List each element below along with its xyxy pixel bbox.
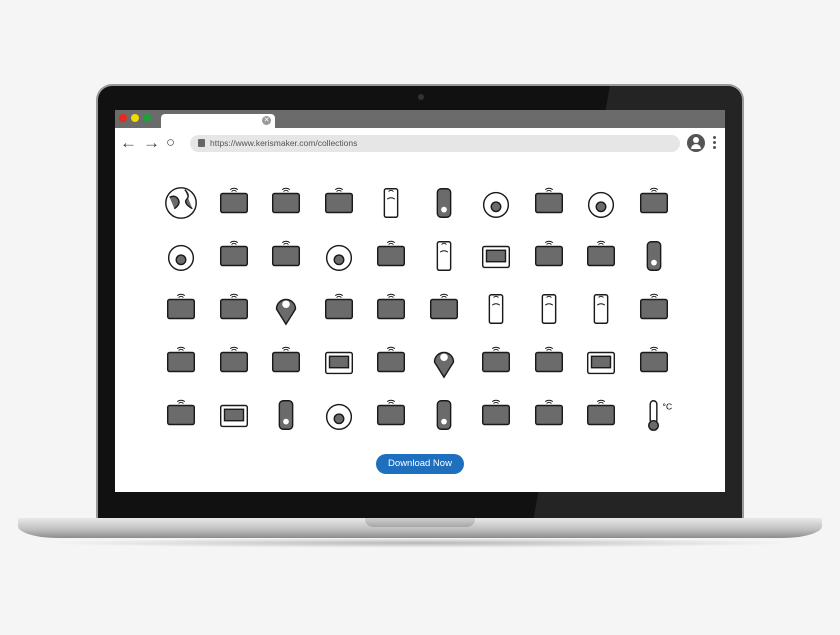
radiator-icon xyxy=(155,343,208,396)
laptop-shadow xyxy=(40,538,800,548)
smart-speaker-icon xyxy=(418,290,471,343)
reload-icon[interactable]: ○ xyxy=(166,134,175,152)
browser-window: ✕ ← → ○ https://www.kerismaker.com/colle… xyxy=(115,110,725,492)
globe-icon xyxy=(155,184,208,237)
download-now-button[interactable]: Download Now xyxy=(376,454,464,474)
tab-bar: ✕ xyxy=(115,110,725,128)
location-pin-icon xyxy=(260,290,313,343)
wallet-icon xyxy=(365,396,418,449)
satellite-icon xyxy=(575,237,628,290)
remote-control-icon xyxy=(418,184,471,237)
vr-headset-icon xyxy=(260,237,313,290)
microchip-icon xyxy=(155,290,208,343)
credit-card-icon xyxy=(313,290,366,343)
thermometer-icon: °C xyxy=(628,396,681,449)
webcam xyxy=(418,94,424,100)
nfc-card-icon xyxy=(628,237,681,290)
browser-tab[interactable]: ✕ xyxy=(161,114,275,128)
air-conditioner-icon xyxy=(208,237,261,290)
tab-close-icon[interactable]: ✕ xyxy=(262,116,271,125)
more-menu-icon[interactable] xyxy=(713,136,716,151)
speedometer-icon xyxy=(575,184,628,237)
drone-icon xyxy=(365,237,418,290)
address-bar[interactable]: https://www.kerismaker.com/collections xyxy=(190,135,680,152)
profile-avatar-icon[interactable] xyxy=(687,134,705,152)
smart-car-icon xyxy=(313,184,366,237)
window-minimize-button[interactable] xyxy=(131,114,139,122)
smart-safe-icon xyxy=(313,343,366,396)
svg-text:°C: °C xyxy=(662,401,672,411)
smart-bulb-icon xyxy=(470,184,523,237)
smart-water-tap-icon xyxy=(628,343,681,396)
phone-doorbell-icon xyxy=(418,237,471,290)
door-lock-phone-icon xyxy=(523,290,576,343)
car-phone-icon xyxy=(575,290,628,343)
laptop-notch xyxy=(365,518,475,527)
smart-plant-house-icon xyxy=(155,396,208,449)
url-text: https://www.kerismaker.com/collections xyxy=(210,138,358,148)
forward-arrow-icon[interactable]: → xyxy=(143,134,160,152)
headphones-wifi-icon xyxy=(260,343,313,396)
smartphone-wifi-icon xyxy=(365,184,418,237)
phone-scan-icon xyxy=(470,290,523,343)
washing-machine-icon xyxy=(313,396,366,449)
coffee-machine-icon xyxy=(523,396,576,449)
refrigerator-icon xyxy=(260,396,313,449)
smart-workstation-icon xyxy=(470,396,523,449)
solar-panel-icon xyxy=(365,290,418,343)
robot-arm-icon xyxy=(575,396,628,449)
icon-grid: °C xyxy=(155,184,680,449)
game-console-remotes-icon xyxy=(523,343,576,396)
back-arrow-icon[interactable]: ← xyxy=(120,134,137,152)
smart-fridge-display-icon xyxy=(470,343,523,396)
computer-mouse-icon xyxy=(418,396,471,449)
radio-tower-icon xyxy=(523,184,576,237)
desktop-computer-icon xyxy=(575,343,628,396)
smart-cart-icon xyxy=(523,237,576,290)
smart-board-icon xyxy=(208,396,261,449)
smart-lock-icon xyxy=(313,237,366,290)
lock-icon xyxy=(198,139,205,147)
window-maximize-button[interactable] xyxy=(143,114,151,122)
laptop-base xyxy=(18,518,822,538)
game-controller-icon xyxy=(365,343,418,396)
window-close-button[interactable] xyxy=(119,114,127,122)
cloud-network-icon xyxy=(628,184,681,237)
smartwatch-icon xyxy=(628,290,681,343)
navigation-bar: ← → ○ https://www.kerismaker.com/collect… xyxy=(115,128,725,158)
security-camera-icon xyxy=(155,237,208,290)
smart-home-icon xyxy=(418,343,471,396)
server-rack-wifi-icon xyxy=(208,184,261,237)
camera-wifi-icon xyxy=(208,290,261,343)
smart-tv-icon xyxy=(470,237,523,290)
printer-icon xyxy=(208,343,261,396)
wifi-router-icon xyxy=(260,184,313,237)
